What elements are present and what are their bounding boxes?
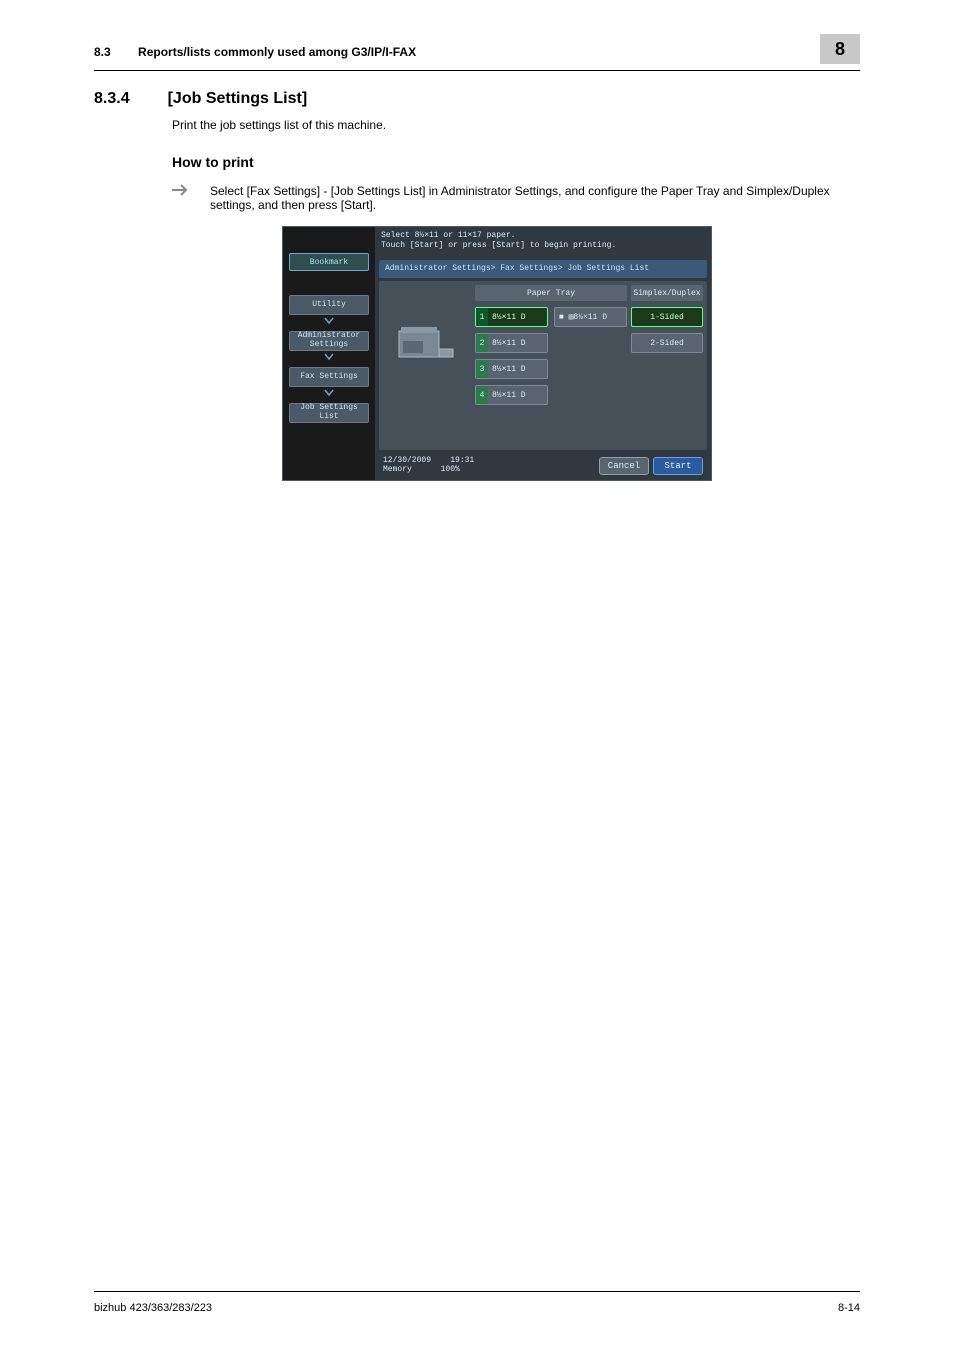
status-memory-label: Memory	[383, 465, 412, 474]
running-header: 8.3 Reports/lists commonly used among G3…	[94, 40, 860, 64]
breadcrumb: Administrator Settings> Fax Settings> Jo…	[379, 260, 707, 278]
screenshot-figure: Bookmark Utility Administrator Settings …	[282, 226, 712, 481]
column-headers: Paper Tray Simplex/Duplex	[379, 285, 707, 301]
tray-number: 3	[476, 360, 488, 378]
tray-4-button[interactable]: 4 8½×11 D	[475, 385, 548, 405]
arrow-right-icon	[172, 184, 190, 199]
heading-3: 8.3.4 [Job Settings List]	[94, 90, 860, 108]
header-simplex-duplex: Simplex/Duplex	[631, 285, 703, 301]
copier-icon	[393, 321, 457, 369]
step-text: Select [Fax Settings] - [Job Settings Li…	[210, 184, 860, 212]
tray-label: ■ ▤8½×11 D	[555, 312, 626, 322]
tray-1-button[interactable]: 1 8½×11 D	[475, 307, 548, 327]
tray-number: 2	[476, 334, 488, 352]
footer-rule	[94, 1291, 860, 1292]
screenshot-nav-column: Bookmark Utility Administrator Settings …	[283, 227, 375, 480]
intro-paragraph: Print the job settings list of this mach…	[172, 118, 860, 132]
bookmark-button[interactable]: Bookmark	[289, 253, 369, 271]
heading-3-number: 8.3.4	[94, 90, 130, 108]
chevron-down-icon	[283, 317, 375, 325]
hint-line-2: Touch [Start] or press [Start] to begin …	[381, 241, 616, 250]
settings-area: Paper Tray Simplex/Duplex	[379, 281, 707, 450]
tray-label: 8½×11 D	[492, 391, 547, 400]
tray-number: 1	[476, 308, 488, 326]
heading-3-title: [Job Settings List]	[168, 90, 308, 108]
chevron-down-icon	[283, 389, 375, 397]
status-date: 12/30/2009	[383, 456, 431, 465]
tray-3-button[interactable]: 3 8½×11 D	[475, 359, 548, 379]
chapter-number-box: 8	[820, 34, 860, 64]
nav-fax-settings[interactable]: Fax Settings	[289, 367, 369, 387]
header-rule	[94, 70, 860, 71]
running-header-left: 8.3 Reports/lists commonly used among G3…	[94, 45, 416, 59]
nav-job-settings-list[interactable]: Job Settings List	[289, 403, 369, 423]
chevron-down-icon	[283, 353, 375, 361]
paper-tray-column: 1 8½×11 D ■ ▤8½×11 D 2 8½×11 D	[475, 307, 627, 411]
status-time: 19:31	[450, 456, 474, 465]
nav-utility[interactable]: Utility	[289, 295, 369, 315]
cancel-button[interactable]: Cancel	[599, 457, 649, 475]
start-button[interactable]: Start	[653, 457, 703, 475]
tray-label: 8½×11 D	[492, 365, 547, 374]
footer-product: bizhub 423/363/283/223	[94, 1302, 212, 1314]
footer-page: 8-14	[838, 1302, 860, 1314]
hint-line-1: Select 8½×11 or 11×17 paper.	[381, 231, 515, 240]
status-bar: 12/30/2009 19:31 Memory 100% Cancel Star…	[379, 454, 707, 478]
status-datetime: 12/30/2009 19:31 Memory 100%	[379, 457, 474, 475]
tray-2-button[interactable]: 2 8½×11 D	[475, 333, 548, 353]
tray-bypass-button[interactable]: ■ ▤8½×11 D	[554, 307, 627, 327]
nav-admin-settings[interactable]: Administrator Settings	[289, 331, 369, 351]
header-paper-tray: Paper Tray	[475, 285, 627, 301]
tray-label: 8½×11 D	[492, 339, 547, 348]
section-number: 8.3	[94, 45, 111, 59]
screenshot-main-panel: Select 8½×11 or 11×17 paper. Touch [Star…	[375, 227, 711, 480]
chapter-number: 8	[835, 39, 845, 60]
tray-number: 4	[476, 386, 488, 404]
duplex-column: 1-Sided 2-Sided	[631, 307, 703, 359]
one-sided-button[interactable]: 1-Sided	[631, 307, 703, 327]
status-memory-value: 100%	[441, 465, 460, 474]
footer: bizhub 423/363/283/223 8-14	[94, 1302, 860, 1314]
hint-text: Select 8½×11 or 11×17 paper. Touch [Star…	[375, 227, 711, 256]
two-sided-button[interactable]: 2-Sided	[631, 333, 703, 353]
tray-label: 8½×11 D	[492, 313, 547, 322]
heading-4: How to print	[172, 154, 860, 170]
section-title: Reports/lists commonly used among G3/IP/…	[138, 45, 416, 59]
step-row: Select [Fax Settings] - [Job Settings Li…	[172, 184, 860, 212]
